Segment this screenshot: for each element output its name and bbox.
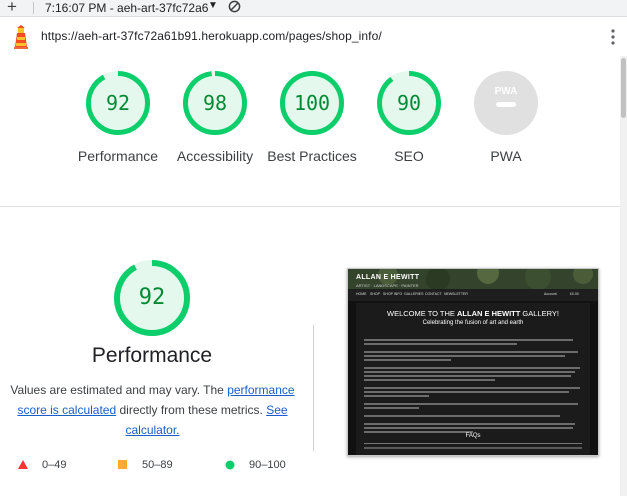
thumbnail-logo: ALLAN E HEWITT: [356, 274, 420, 281]
pwa-badge-icon: PWA: [474, 71, 538, 135]
performance-label[interactable]: Performance: [63, 146, 173, 166]
browser-status-bar: + 7:16:07 PM - aeh-art-37fc72a6 ▼: [0, 0, 627, 17]
best-practices-score: 100: [293, 91, 331, 115]
url-bar: https://aeh-art-37fc72a61b91.herokuapp.c…: [0, 17, 627, 55]
page-url[interactable]: https://aeh-art-37fc72a61b91.herokuapp.c…: [41, 29, 382, 43]
thumbnail-welcome-pre: WELCOME TO THE: [387, 309, 458, 318]
thumbnail-subtitle: Celebrating the fusion of art and earth: [422, 320, 524, 326]
thumbnail-nav-home: HOME: [356, 292, 367, 296]
triangle-icon: [18, 460, 28, 469]
accessibility-score: 98: [202, 91, 228, 115]
dropdown-caret-icon[interactable]: ▼: [208, 0, 218, 11]
performance-detail-score: 92: [138, 285, 166, 310]
thumbnail-nav-shop-info: SHOP INFO: [383, 292, 403, 296]
pwa-badge-text: PWA: [495, 86, 518, 97]
legend-pass-range: 90–100: [249, 459, 286, 471]
thumbnail-faqs-heading: FAQs: [465, 433, 481, 439]
performance-description: Values are estimated and may vary. The p…: [10, 380, 295, 440]
thumbnail-welcome-post: GALLERY!: [520, 309, 559, 318]
performance-gauge[interactable]: 92: [86, 71, 150, 135]
thumbnail-account: Account: [544, 292, 557, 296]
more-options-icon[interactable]: [610, 27, 616, 47]
clear-icon[interactable]: [228, 0, 241, 13]
legend-fail-range: 0–49: [42, 459, 67, 471]
scrollbar-track[interactable]: [620, 56, 627, 496]
section-divider: [0, 206, 620, 207]
pwa-gauge[interactable]: PWA: [474, 71, 538, 135]
thumbnail-text-lines: [364, 339, 582, 435]
seo-score: 90: [396, 91, 422, 115]
legend-average-range: 50–89: [142, 459, 173, 471]
thumbnail-faqs-rule: [364, 443, 582, 444]
seo-label[interactable]: SEO: [354, 146, 464, 166]
description-text-1: Values are estimated and may vary. The: [10, 383, 224, 397]
seo-gauge[interactable]: 90: [377, 71, 441, 135]
thumbnail-nav-galleries: GALLERIES: [404, 292, 424, 296]
scrollbar-thumb[interactable]: [621, 58, 626, 118]
lighthouse-icon: [14, 25, 28, 49]
performance-detail-gauge: 92: [114, 260, 190, 336]
description-text-2: directly from these metrics.: [116, 403, 267, 417]
plus-icon[interactable]: +: [7, 0, 17, 17]
circle-icon: [225, 460, 235, 470]
column-divider: [313, 325, 314, 451]
thumbnail-nav-shop: SHOP: [370, 292, 380, 296]
thumbnail-welcome-bold: ALLAN E HEWITT: [457, 309, 521, 318]
thumbnail-nav-newsletter: NEWSLETTER: [444, 292, 468, 296]
thumbnail-nav: HOME SHOP SHOP INFO GALLERIES CONTACT NE…: [348, 289, 598, 301]
best-practices-label[interactable]: Best Practices: [264, 146, 360, 166]
best-practices-gauge[interactable]: 100: [280, 71, 344, 135]
thumbnail-nav-contact: CONTACT: [425, 292, 442, 296]
thumbnail-cart: £0.00: [570, 292, 579, 296]
thumbnail-welcome: WELCOME TO THE ALLAN E HEWITT GALLERY!: [356, 309, 590, 318]
accessibility-gauge[interactable]: 98: [183, 71, 247, 135]
performance-heading: Performance: [91, 344, 213, 367]
square-icon: [118, 460, 127, 469]
pwa-label[interactable]: PWA: [451, 146, 561, 166]
report-time-label: 7:16:07 PM - aeh-art-37fc72a6: [45, 1, 209, 15]
thumbnail-logo-sub: ARTIST · LANDSCAPE · PAINTER: [356, 283, 419, 288]
thumbnail-body: WELCOME TO THE ALLAN E HEWITT GALLERY! C…: [356, 303, 590, 455]
thumbnail-faqs-line: [364, 447, 582, 449]
accessibility-label[interactable]: Accessibility: [160, 146, 270, 166]
thumbnail-header: ALLAN E HEWITT ARTIST · LANDSCAPE · PAIN…: [348, 269, 598, 301]
performance-score: 92: [105, 91, 131, 115]
final-screenshot[interactable]: ALLAN E HEWITT ARTIST · LANDSCAPE · PAIN…: [347, 268, 599, 456]
toolbar-divider: [33, 2, 34, 14]
